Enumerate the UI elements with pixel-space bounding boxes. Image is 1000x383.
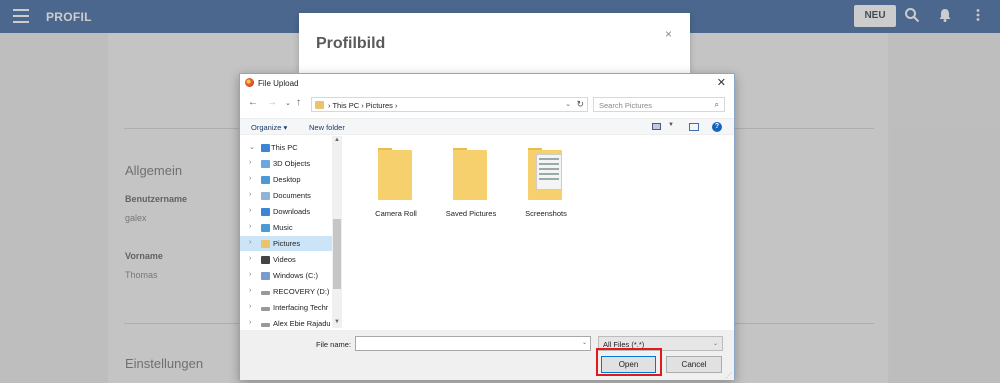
organize-menu[interactable]: Organize ▾ [251, 123, 287, 132]
address-dropdown-icon[interactable]: ⌄ [565, 100, 571, 108]
cancel-button[interactable]: Cancel [666, 356, 722, 373]
preview-pane-icon[interactable] [689, 123, 699, 131]
back-arrow-icon[interactable]: ← [248, 97, 258, 108]
expand-arrow-icon[interactable]: › [249, 223, 251, 230]
expand-arrow-icon[interactable]: › [249, 287, 251, 294]
folder-screenshots[interactable]: Screenshots [514, 146, 578, 226]
modal-close-icon[interactable]: × [665, 27, 672, 41]
open-button-highlight [596, 348, 662, 376]
file-name-dropdown-icon[interactable]: ⌄ [582, 339, 587, 346]
help-icon[interactable]: ? [712, 122, 722, 132]
folder-name: Saved Pictures [445, 209, 497, 218]
search-icon: ⌕ [714, 100, 719, 109]
music-icon [261, 224, 270, 232]
3d-objects-icon [261, 160, 270, 168]
tree-item-label: Music [273, 223, 293, 232]
tree-item-music[interactable]: › Music [240, 220, 332, 235]
tree-item-documents[interactable]: › Documents [240, 188, 332, 203]
folder-name: Camera Roll [375, 209, 417, 218]
search-placeholder: Search Pictures [599, 101, 652, 110]
tree-item-label: Interfacing Techr [273, 303, 329, 312]
tree-item-label: Alex Ebie Rajadu [273, 319, 331, 328]
file-upload-dialog: File Upload ✕ ← → ⌄ ↑ › This PC › Pictur… [239, 73, 735, 380]
dialog-title: File Upload [258, 79, 299, 88]
pictures-folder-icon [315, 101, 324, 109]
file-name-label: File name: [316, 340, 352, 349]
drive-icon [261, 272, 270, 280]
folder-name: Screenshots [525, 209, 567, 218]
tree-item-videos[interactable]: › Videos [240, 252, 332, 267]
navigation-bar: ← → ⌄ ↑ › This PC › Pictures › ⌄ ↻ Searc… [240, 94, 734, 114]
folder-saved-pictures[interactable]: Saved Pictures [439, 146, 503, 226]
tree-item-label: Downloads [273, 207, 311, 216]
file-list: Camera Roll Saved Pictures Screenshots [344, 136, 734, 328]
address-bar[interactable]: › This PC › Pictures › ⌄ ↻ [311, 97, 588, 112]
expand-arrow-icon[interactable]: ⌄ [249, 143, 255, 151]
pictures-icon [261, 240, 270, 248]
view-options-icon[interactable] [652, 123, 661, 130]
tree-item-windows-c[interactable]: › Windows (C:) [240, 268, 332, 283]
up-arrow-icon[interactable]: ↑ [296, 97, 301, 108]
drive-icon [261, 323, 270, 327]
expand-arrow-icon[interactable]: › [249, 239, 251, 246]
dialog-toolbar: Organize ▾ New folder ▼ ? [240, 118, 734, 135]
tree-item-label: Pictures [273, 239, 301, 248]
tree-item-label: Desktop [273, 175, 301, 184]
recent-locations-chevron-icon[interactable]: ⌄ [285, 99, 291, 107]
tree-item-label: Windows (C:) [273, 271, 319, 280]
dialog-close-icon[interactable]: ✕ [717, 76, 726, 89]
tree-item-label: 3D Objects [273, 159, 311, 168]
profile-picture-modal: Profilbild × [299, 13, 690, 73]
tree-item-downloads[interactable]: › Downloads [240, 204, 332, 219]
tree-item-label: RECOVERY (D:) [273, 287, 330, 296]
scrollbar-thumb[interactable] [333, 219, 341, 289]
expand-arrow-icon[interactable]: › [249, 175, 251, 182]
folder-camera-roll[interactable]: Camera Roll [364, 146, 428, 226]
expand-arrow-icon[interactable]: › [249, 319, 251, 326]
forward-arrow-icon[interactable]: → [267, 97, 277, 108]
file-name-input[interactable]: ⌄ [355, 336, 591, 351]
tree-item-label: Documents [273, 191, 311, 200]
documents-icon [261, 192, 270, 200]
expand-arrow-icon[interactable]: › [249, 207, 251, 214]
scroll-up-icon[interactable]: ▲ [334, 137, 340, 143]
new-folder-button[interactable]: New folder [309, 123, 345, 132]
expand-arrow-icon[interactable]: › [249, 271, 251, 278]
modal-title: Profilbild [316, 35, 386, 52]
tree-item-label: Videos [273, 255, 296, 264]
expand-arrow-icon[interactable]: › [249, 191, 251, 198]
resize-grip-icon[interactable]: ⋰ [726, 372, 732, 379]
folder-icon [453, 150, 487, 200]
tree-item-pictures[interactable]: › Pictures [240, 236, 332, 251]
address-path: › This PC › Pictures › [328, 101, 398, 110]
view-dropdown-icon[interactable]: ▼ [668, 122, 674, 128]
refresh-icon[interactable]: ↻ [576, 99, 584, 110]
tree-item-interfacing-techr[interactable]: › Interfacing Techr [240, 300, 332, 315]
pc-icon [261, 144, 270, 152]
expand-arrow-icon[interactable]: › [249, 303, 251, 310]
tree-item-alex-ebie-rajadu[interactable]: › Alex Ebie Rajadu [240, 316, 332, 331]
search-box[interactable]: Search Pictures ⌕ [593, 97, 725, 112]
drive-icon [261, 307, 270, 311]
navigation-scrollbar[interactable]: ▲ ▼ [332, 136, 342, 328]
videos-icon [261, 256, 270, 264]
screenshot-thumbnail-icon [536, 154, 562, 190]
file-type-dropdown-icon[interactable]: ⌄ [713, 340, 718, 347]
expand-arrow-icon[interactable]: › [249, 159, 251, 166]
desktop-icon [261, 176, 270, 184]
firefox-icon [245, 78, 254, 87]
folder-icon [378, 150, 412, 200]
downloads-icon [261, 208, 270, 216]
tree-item-desktop[interactable]: › Desktop [240, 172, 332, 187]
dialog-titlebar: File Upload ✕ [240, 74, 734, 92]
navigation-pane: ⌄ This PC › 3D Objects › Desktop › Documents… [240, 136, 342, 328]
drive-icon [261, 291, 270, 295]
expand-arrow-icon[interactable]: › [249, 255, 251, 262]
scroll-down-icon[interactable]: ▼ [334, 319, 340, 325]
tree-item-label: This PC [271, 143, 298, 152]
tree-item-recovery-d[interactable]: › RECOVERY (D:) [240, 284, 332, 299]
tree-item-3d-objects[interactable]: › 3D Objects [240, 156, 332, 171]
tree-item-this-pc[interactable]: ⌄ This PC [240, 140, 332, 155]
